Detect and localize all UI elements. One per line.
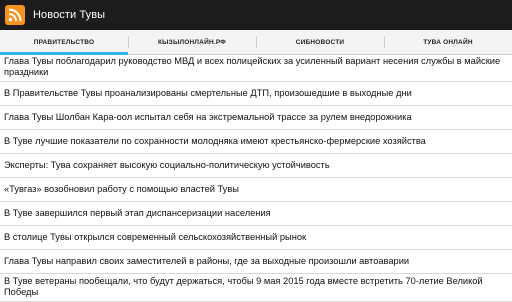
news-item[interactable]: В Туве лучшие показатели по сохранности … [0, 130, 512, 154]
news-list: Глава Тувы поблагодарил руководство МВД … [0, 55, 512, 302]
tab-pravitelstvo[interactable]: ПРАВИТЕЛЬСТВО [0, 30, 128, 55]
news-item[interactable]: В Туве завершился первый этап диспансери… [0, 202, 512, 226]
tab-tuva-online[interactable]: ТУВА ОНЛАЙН [384, 30, 512, 54]
rss-icon[interactable] [5, 5, 25, 25]
news-item[interactable]: В столице Тувы открылся современный сель… [0, 226, 512, 250]
news-item[interactable]: Эксперты: Тува сохраняет высокую социаль… [0, 154, 512, 178]
news-item[interactable]: Глава Тувы направил своих заместителей в… [0, 250, 512, 274]
tab-sibnovosti[interactable]: СИБНОВОСТИ [256, 30, 384, 54]
news-item[interactable]: В Правительстве Тувы проанализированы см… [0, 82, 512, 106]
news-item[interactable]: «Тувгаз» возобновил работу с помощью вла… [0, 178, 512, 202]
app-title: Новости Тувы [33, 9, 106, 21]
news-item[interactable]: Глава Тувы поблагодарил руководство МВД … [0, 55, 512, 82]
tab-bar: ПРАВИТЕЛЬСТВО КЫЗЫЛОНЛАЙН.РФ СИБНОВОСТИ … [0, 30, 512, 55]
action-bar: Новости Тувы [0, 0, 512, 30]
news-item[interactable]: Глава Тувы Шолбан Кара-оол испытал себя … [0, 106, 512, 130]
news-item[interactable]: В Туве ветераны пообещали, что будут дер… [0, 274, 512, 302]
tab-kyzylonline[interactable]: КЫЗЫЛОНЛАЙН.РФ [128, 30, 256, 54]
